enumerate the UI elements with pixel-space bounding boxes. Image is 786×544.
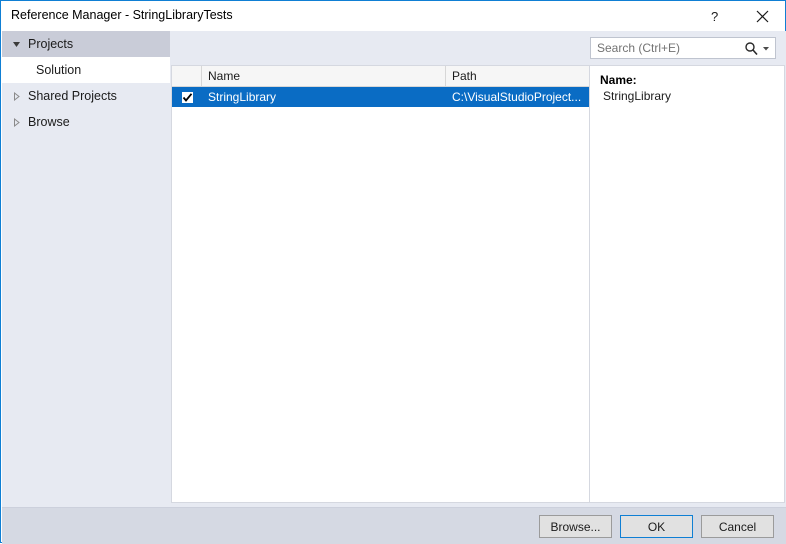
row-checkbox[interactable] (181, 91, 194, 104)
column-header-checkbox[interactable] (172, 66, 202, 86)
sidebar-item-label: Projects (26, 37, 73, 51)
detail-name-label: Name: (600, 72, 774, 88)
detail-pane: Name: StringLibrary (589, 65, 785, 503)
search-input[interactable]: Search (Ctrl+E) (591, 41, 743, 55)
sidebar-item-shared-projects[interactable]: Shared Projects (2, 83, 170, 109)
chevron-right-icon (12, 92, 26, 101)
footer-button-group: Browse... OK Cancel (539, 515, 774, 538)
main-panel: Search (Ctrl+E) Name (170, 31, 786, 507)
chevron-down-icon (12, 40, 26, 49)
search-box[interactable]: Search (Ctrl+E) (590, 37, 776, 59)
help-button[interactable]: ? (693, 1, 739, 31)
close-icon (756, 10, 769, 23)
column-header-name[interactable]: Name (202, 66, 446, 86)
search-icon[interactable] (743, 41, 759, 55)
sidebar: Projects Solution Shared Projects (2, 31, 170, 507)
dialog-content: Projects Solution Shared Projects (2, 31, 786, 507)
sidebar-item-label: Solution (34, 63, 81, 77)
sidebar-item-projects[interactable]: Projects (2, 31, 170, 57)
cancel-button[interactable]: Cancel (701, 515, 774, 538)
row-name-cell: StringLibrary (202, 90, 446, 104)
sidebar-item-solution[interactable]: Solution (2, 57, 170, 83)
sidebar-item-browse[interactable]: Browse (2, 109, 170, 135)
ok-button[interactable]: OK (620, 515, 693, 538)
row-checkbox-cell[interactable] (172, 91, 202, 104)
sidebar-item-label: Shared Projects (26, 89, 117, 103)
close-button[interactable] (739, 1, 785, 31)
reference-list: Name Path StringLibrary C:\VisualStudioP… (171, 65, 589, 503)
titlebar-buttons: ? (693, 1, 785, 31)
titlebar: Reference Manager - StringLibraryTests ? (1, 1, 785, 31)
list-header-row: Name Path (172, 66, 589, 87)
svg-text:?: ? (711, 9, 718, 24)
detail-name-value: StringLibrary (600, 88, 774, 104)
column-header-path[interactable]: Path (446, 66, 589, 86)
table-row[interactable]: StringLibrary C:\VisualStudioProject... (172, 87, 589, 107)
search-dropdown-icon[interactable] (759, 44, 775, 52)
dialog-footer: Browse... OK Cancel (2, 507, 786, 544)
row-path-cell: C:\VisualStudioProject... (446, 90, 589, 104)
browse-button[interactable]: Browse... (539, 515, 612, 538)
checkmark-icon (182, 92, 193, 103)
chevron-right-icon (12, 118, 26, 127)
reference-manager-dialog: Reference Manager - StringLibraryTests ? (0, 0, 786, 543)
sidebar-item-label: Browse (26, 115, 70, 129)
window-title: Reference Manager - StringLibraryTests (11, 8, 233, 22)
question-mark-icon: ? (710, 9, 723, 24)
